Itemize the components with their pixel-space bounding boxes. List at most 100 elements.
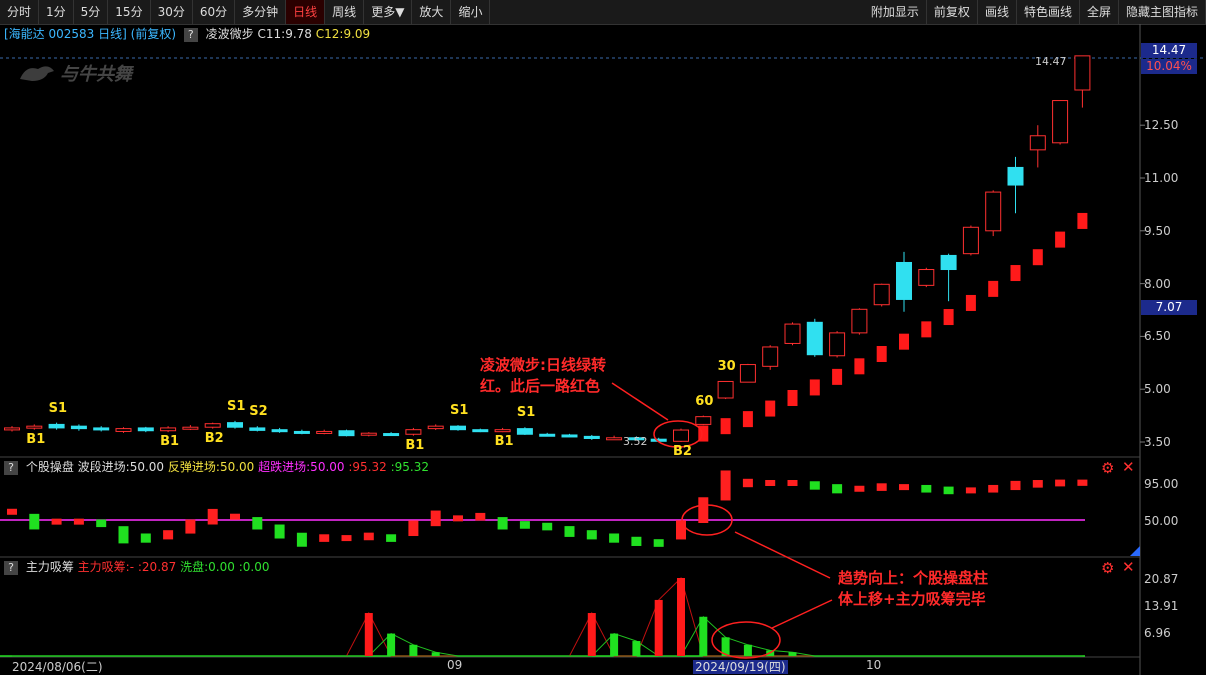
- pane2-bar: [51, 518, 62, 525]
- pane2-bar: [230, 513, 240, 520]
- indicator-block: [809, 379, 820, 396]
- pane3-close-icon[interactable]: ✕: [1122, 558, 1135, 576]
- candle-body: [539, 433, 556, 437]
- pane2-bar: [118, 526, 129, 544]
- candle-body: [1052, 100, 1069, 144]
- candle-body: [918, 269, 935, 286]
- pane2-bar: [943, 486, 954, 495]
- candle-body: [896, 261, 912, 300]
- pane2-bar: [676, 520, 686, 540]
- price-tick-0: 12.50: [1144, 118, 1179, 133]
- pane3-green-bar: [699, 616, 708, 656]
- pane2-bar: [453, 515, 463, 522]
- pane2-bar: [787, 480, 798, 486]
- pane2-help-button[interactable]: ?: [4, 461, 18, 475]
- indicator-block: [876, 346, 887, 362]
- pane3-green-bar: [743, 644, 752, 656]
- indicator-block: [742, 411, 753, 428]
- pane2-close-icon[interactable]: ✕: [1122, 458, 1135, 476]
- pane2-bar: [96, 519, 107, 528]
- pane2-bar: [988, 484, 999, 493]
- indicator-block: [854, 358, 865, 375]
- pane3-main-value: :20.87: [137, 560, 177, 574]
- annotation-top-line1: 凌波微步:日线绿转: [480, 356, 606, 374]
- pane2-bar: [319, 534, 330, 542]
- pane2-bar: [854, 485, 865, 492]
- candle-body: [360, 432, 377, 436]
- candle-body: [717, 380, 734, 399]
- candle-body: [739, 364, 756, 383]
- pane2-tick-95: 95.00: [1144, 477, 1179, 491]
- pane2-settings-icon[interactable]: ⚙: [1101, 459, 1114, 477]
- pane2-bar: [876, 483, 887, 491]
- pane2-value-green: :95.32: [390, 460, 430, 474]
- signal-marker: S1: [450, 403, 469, 419]
- candle-body: [472, 429, 489, 433]
- top-pct-box: 10.04%: [1141, 59, 1197, 74]
- indicator-block: [1010, 265, 1021, 282]
- pane2-bar: [207, 508, 218, 525]
- candle-body: [873, 283, 890, 306]
- indicator-block: [965, 294, 976, 311]
- candle-body: [829, 332, 846, 357]
- pane3-red-bar: [364, 613, 373, 656]
- pane2-wave-entry: 波段进场:50.00: [77, 460, 165, 474]
- candle-body: [48, 423, 65, 429]
- pane2-bar: [899, 484, 909, 491]
- pane2-bar: [296, 532, 307, 547]
- candle-body: [427, 425, 444, 430]
- price-tick-3: 8.00: [1144, 276, 1171, 291]
- candle-body: [338, 430, 355, 437]
- pane2-bar: [564, 526, 575, 537]
- annotation-bottom-line1: 趋势向上：个股操盘柱: [838, 569, 989, 587]
- scroll-corner-icon: [1130, 546, 1140, 556]
- date-label-sep: 09: [447, 658, 463, 672]
- indicator-block: [1055, 231, 1066, 248]
- pane2-bar: [408, 520, 419, 537]
- pane3-header: ? 主力吸筹 主力吸筹:- :20.87 洗盘:0.00 :0.00: [4, 559, 269, 575]
- pane2-bar: [832, 484, 843, 494]
- candle-body: [695, 416, 712, 425]
- annotation-arrow-top: [611, 382, 669, 421]
- price-tick-1: 11.00: [1144, 171, 1179, 185]
- price-tick-2: 9.50: [1144, 223, 1171, 238]
- pane2-rebound-entry: 反弹进场:50.00: [167, 460, 255, 474]
- pane2-bar: [609, 533, 620, 543]
- low-price-label: 3.52: [623, 435, 648, 448]
- pane2-bar: [430, 510, 441, 527]
- candle-body: [227, 422, 243, 428]
- pane2-bar: [73, 518, 84, 525]
- pane3-main-label: 主力吸筹:-: [77, 560, 135, 574]
- pane2-bar: [252, 517, 263, 530]
- pane3-settings-icon[interactable]: ⚙: [1101, 559, 1114, 577]
- candle-body: [606, 437, 623, 441]
- candle-body: [962, 226, 979, 255]
- pane2-bar: [163, 530, 174, 540]
- pane2-bar: [519, 521, 530, 529]
- pane2-bar: [341, 535, 352, 542]
- signal-marker: S1: [48, 400, 68, 416]
- pane2-header: ? 个股操盘 波段进场:50.00 反弹进场:50.00 超跌进场:50.00 …: [4, 459, 429, 475]
- pane3-green-bar: [632, 641, 641, 656]
- candle-body: [405, 429, 422, 435]
- annotation-arrow-bottom: [771, 599, 833, 629]
- pane3-tick-1: 20.87: [1144, 572, 1179, 586]
- candle-body: [806, 321, 823, 356]
- signal-marker: 60: [695, 393, 714, 409]
- pane2-bar: [497, 517, 508, 530]
- pane2-bar: [720, 470, 731, 501]
- price-tick-4: 6.50: [1144, 329, 1171, 344]
- candle-body: [1074, 55, 1091, 91]
- candle-body: [450, 425, 466, 431]
- signal-marker: S2: [249, 404, 268, 420]
- pane3-help-button[interactable]: ?: [4, 561, 18, 575]
- signal-marker: 30: [717, 359, 736, 375]
- candle-body: [115, 428, 132, 432]
- current-price-box: 7.07: [1141, 300, 1197, 315]
- pane3-green-line: [12, 615, 1083, 657]
- pane2-bar: [7, 508, 17, 515]
- price-tick-6: 3.50: [1144, 435, 1171, 449]
- high-price-label: 14.47: [1035, 55, 1067, 68]
- top-price-box: 14.47: [1141, 43, 1197, 58]
- indicator-block: [899, 333, 909, 350]
